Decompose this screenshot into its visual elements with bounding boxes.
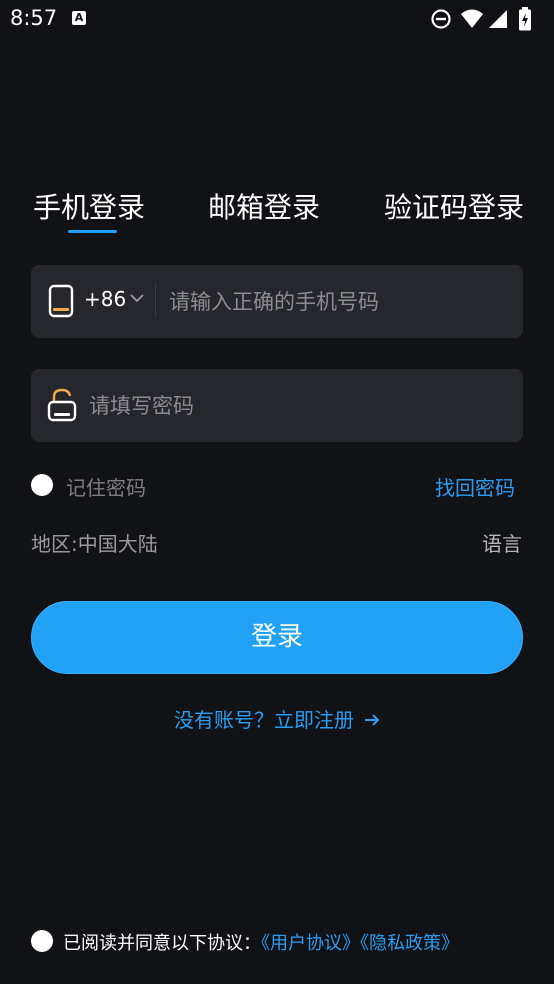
status-bar: 8:57 A: [0, 0, 554, 40]
tab-phone-login[interactable]: 手机登录: [33, 186, 145, 226]
agreement-checkbox[interactable]: [31, 930, 53, 952]
country-code-selector[interactable]: +86: [84, 287, 126, 311]
status-time: 8:57: [10, 6, 58, 30]
phone-input[interactable]: [167, 283, 511, 321]
region-label: 地区:中国大陆: [31, 532, 158, 556]
remember-password-checkbox[interactable]: [31, 474, 53, 496]
do-not-disturb-icon: [431, 9, 451, 29]
password-field: [31, 369, 523, 442]
chevron-down-icon[interactable]: [130, 293, 144, 303]
agreement-text: 已阅读并同意以下协议：《用户协议》《隐私政策》: [63, 929, 459, 955]
wifi-icon: [461, 9, 483, 28]
active-tab-indicator: [68, 230, 117, 233]
divider: [155, 284, 156, 316]
agreement-row: 已阅读并同意以下协议：《用户协议》《隐私政策》: [31, 928, 531, 954]
register-link[interactable]: 没有账号？立即注册: [0, 704, 554, 733]
text-accessibility-icon: A: [72, 11, 86, 25]
password-input[interactable]: [87, 387, 511, 425]
language-selector[interactable]: 语言: [482, 528, 522, 557]
battery-charging-icon: [519, 7, 531, 31]
phone-field: +86: [31, 265, 523, 338]
agreement-prefix: 已阅读并同意以下协议：: [63, 933, 261, 954]
cellular-signal-icon: [489, 10, 507, 28]
user-agreement-link[interactable]: 《用户协议》: [261, 933, 360, 954]
lock-icon: [47, 388, 77, 422]
remember-password-label: 记住密码: [66, 476, 146, 500]
tab-code-login[interactable]: 验证码登录: [384, 186, 524, 226]
register-link-label: 没有账号？立即注册: [174, 708, 354, 732]
forgot-password-link[interactable]: 找回密码: [435, 472, 515, 501]
arrow-right-icon: [365, 714, 380, 726]
tab-email-login[interactable]: 邮箱登录: [208, 186, 320, 226]
login-button[interactable]: 登录: [31, 601, 523, 674]
login-tabs: 手机登录 邮箱登录 验证码登录: [0, 186, 554, 236]
phone-icon: [48, 284, 74, 318]
privacy-policy-link[interactable]: 《隐私政策》: [360, 933, 459, 954]
